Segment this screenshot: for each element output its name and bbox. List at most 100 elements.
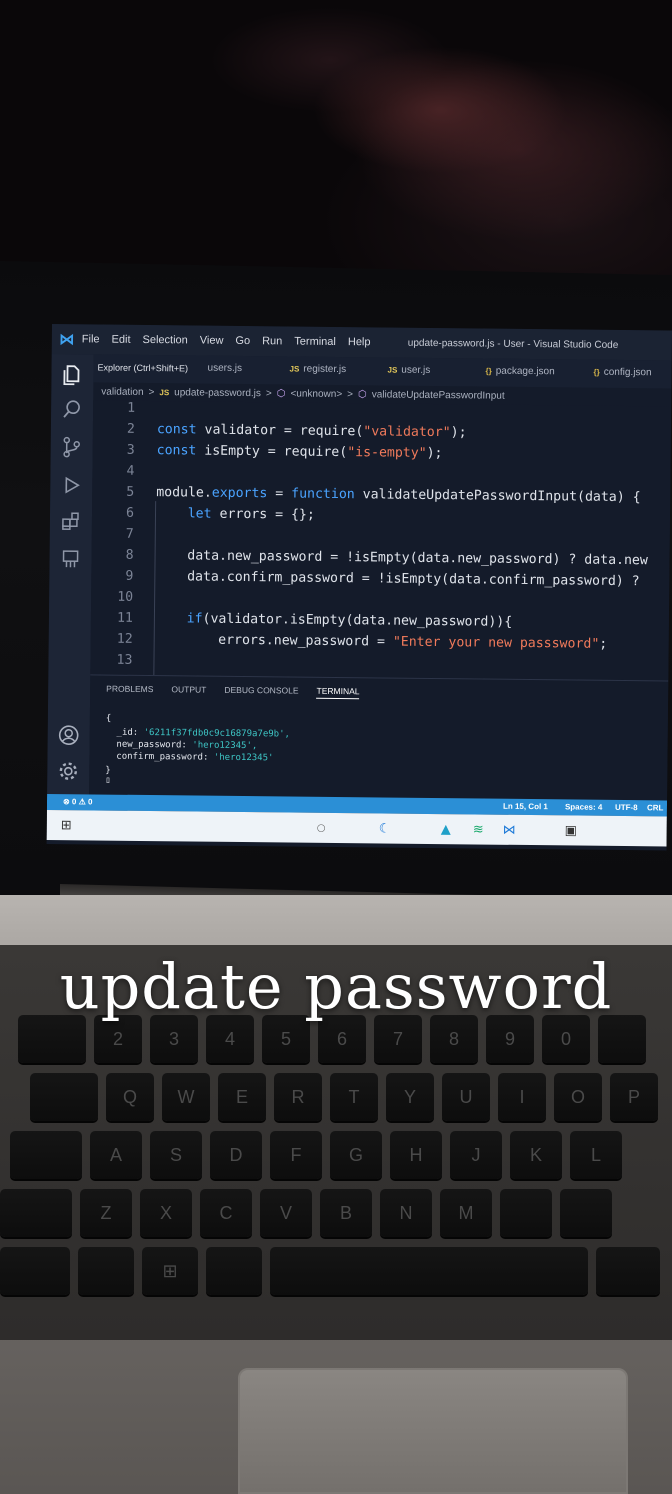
spotify-icon[interactable]: ≋: [473, 822, 484, 837]
keyboard-key: [0, 1189, 72, 1237]
code-text: if(validator.isEmpty(data.new_password))…: [186, 611, 513, 630]
tab-output[interactable]: OUTPUT: [171, 684, 206, 697]
tab-users-js[interactable]: users.js: [207, 363, 242, 374]
keyboard-key: [10, 1131, 82, 1179]
code-text: const validator = require("validator");: [156, 422, 467, 441]
breadcrumb-symbol-unknown[interactable]: <unknown>: [290, 388, 342, 400]
tab-debug-console[interactable]: DEBUG CONSOLE: [224, 685, 298, 699]
code-line[interactable]: 13: [90, 652, 154, 674]
account-icon[interactable]: [56, 722, 82, 748]
explorer-icon[interactable]: [59, 362, 85, 388]
tab-user-js[interactable]: JS user.js: [387, 365, 430, 376]
chevron-right-icon: >: [265, 387, 272, 399]
terminal-cursor: ▯: [105, 775, 111, 786]
code-line[interactable]: 12 errors.new_password = "Enter your new…: [91, 631, 608, 657]
menu-view[interactable]: View: [200, 335, 224, 347]
keyboard-key: V: [260, 1189, 312, 1237]
problems-status[interactable]: ⊗ 0 ⚠ 0: [63, 797, 93, 806]
code-line[interactable]: 9 data.confirm_password = !isEmpty(data.…: [91, 568, 640, 595]
tab-config-json[interactable]: {} config.json: [593, 367, 651, 379]
keyboard-key: S: [150, 1131, 202, 1179]
cube-symbol-icon: ⬡: [357, 388, 367, 400]
keyboard-key: [560, 1189, 612, 1237]
remote-explorer-icon[interactable]: [57, 546, 83, 572]
code-line[interactable]: 6 let errors = {};: [92, 505, 315, 528]
extensions-icon[interactable]: [58, 508, 84, 534]
line-number: 8: [125, 547, 134, 563]
breadcrumb-symbol-function[interactable]: validateUpdatePasswordInput: [372, 389, 505, 401]
explorer-tooltip: Explorer (Ctrl+Shift+E): [97, 362, 189, 374]
cube-symbol-icon: ⬡: [276, 387, 286, 399]
window-title: update-password.js - User - Visual Studi…: [407, 337, 619, 351]
key-alt: [206, 1247, 262, 1295]
keyboard-key: G: [330, 1131, 382, 1179]
source-control-icon[interactable]: [59, 434, 85, 460]
tab-register-js[interactable]: JS register.js: [289, 363, 346, 375]
windows-start-icon[interactable]: ⊞: [61, 818, 72, 833]
vscode-taskbar-icon[interactable]: ⋈: [503, 823, 516, 838]
menu-run[interactable]: Run: [262, 335, 282, 347]
key-fn: [78, 1247, 134, 1295]
keyboard-key: Y: [386, 1073, 434, 1121]
code-text: errors.new_password = "Enter your new pa…: [154, 632, 608, 652]
terminal-taskbar-icon[interactable]: ▣: [565, 823, 577, 838]
menu-file[interactable]: File: [82, 333, 100, 345]
line-number: 9: [125, 568, 134, 584]
terminal-line: new_password: 'hero12345',: [105, 739, 258, 752]
keyboard-key: Q: [106, 1073, 154, 1121]
keyboard-key: O: [554, 1073, 602, 1121]
line-number: 7: [125, 526, 134, 542]
keyboard-key: K: [510, 1131, 562, 1179]
keyboard-key: Z: [80, 1189, 132, 1237]
terminal-line: {: [105, 713, 112, 724]
json-file-icon: {}: [485, 366, 492, 376]
cortana-circle-icon[interactable]: ○: [317, 823, 326, 834]
code-line[interactable]: 10: [91, 589, 155, 611]
vscode-logo-icon: ⋈: [59, 331, 75, 349]
code-text: let errors = {};: [187, 506, 315, 523]
js-file-icon: JS: [387, 365, 398, 375]
line-number: 4: [126, 463, 135, 479]
search-icon[interactable]: [59, 396, 85, 422]
indentation-status[interactable]: Spaces: 4: [565, 802, 602, 811]
menu-edit[interactable]: Edit: [112, 334, 131, 346]
menu-selection[interactable]: Selection: [142, 334, 187, 346]
eol-status[interactable]: CRL: [647, 803, 664, 812]
keyboard-key: A: [90, 1131, 142, 1179]
encoding-status[interactable]: UTF-8: [615, 803, 638, 812]
code-editor[interactable]: 1 2 const validator = require("validator")…: [90, 400, 672, 681]
menu-help[interactable]: Help: [348, 336, 371, 348]
keyboard-key: X: [140, 1189, 192, 1237]
tab-problems[interactable]: PROBLEMS: [106, 684, 153, 697]
line-number: 11: [116, 610, 134, 626]
keyboard-key: M: [440, 1189, 492, 1237]
keyboard-key: [30, 1073, 98, 1121]
keyboard-key: [500, 1189, 552, 1237]
menu-go[interactable]: Go: [235, 335, 250, 347]
settings-gear-icon[interactable]: [55, 758, 81, 784]
line-number: 5: [126, 484, 135, 500]
code-line[interactable]: 4: [92, 463, 156, 485]
code-line[interactable]: 1: [93, 400, 157, 422]
code-text: module.exports = function validateUpdate…: [156, 485, 641, 506]
breadcrumb-folder[interactable]: validation: [101, 386, 143, 397]
line-number: 2: [126, 421, 135, 437]
windows-taskbar: ⊞ ○ ☾ ▲ ≋ ⋈ ▣: [46, 809, 667, 847]
vscode-window: ⋈ File Edit Selection View Go Run Termin…: [46, 324, 672, 851]
line-number: 1: [127, 400, 136, 416]
tab-terminal[interactable]: TERMINAL: [316, 685, 360, 700]
line-number: 6: [125, 505, 135, 521]
moon-app-icon[interactable]: ☾: [379, 821, 391, 836]
breadcrumb-file[interactable]: update-password.js: [174, 387, 261, 399]
touchpad: [238, 1368, 628, 1494]
js-file-icon: JS: [289, 364, 300, 374]
keyboard-key: N: [380, 1189, 432, 1237]
menu-terminal[interactable]: Terminal: [294, 336, 336, 348]
keyboard-key: E: [218, 1073, 266, 1121]
tab-package-json[interactable]: {} package.json: [485, 366, 554, 378]
keyboard-key: W: [162, 1073, 210, 1121]
cursor-position[interactable]: Ln 15, Col 1: [503, 802, 548, 811]
app-icon[interactable]: ▲: [441, 822, 451, 837]
run-debug-icon[interactable]: [58, 472, 84, 498]
code-line[interactable]: 7: [92, 526, 156, 548]
